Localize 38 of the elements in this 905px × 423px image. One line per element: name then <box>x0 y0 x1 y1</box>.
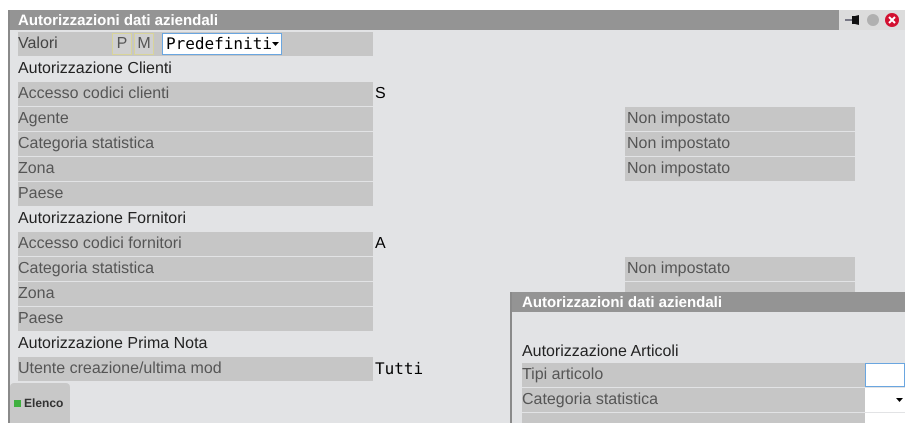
caret-icon <box>272 42 279 46</box>
field-label: Categoria statistica <box>18 259 154 279</box>
value-cell: Non impostato <box>625 257 855 281</box>
mode-button[interactable]: P <box>112 33 132 55</box>
dialog-title: Autorizzazioni dati aziendali <box>522 294 722 310</box>
value-cell: Non impostato <box>625 107 855 131</box>
value-cell: Non impostato <box>625 132 855 156</box>
mode-button[interactable]: M <box>134 33 154 55</box>
section-heading: Autorizzazione Clienti <box>18 59 172 79</box>
field-label: Agente <box>18 109 69 129</box>
field-label: Accesso codici clienti <box>18 84 170 104</box>
status-square-icon <box>14 400 21 406</box>
field-label: Categoria statistica <box>18 134 154 154</box>
section-heading: Autorizzazione Articoli <box>522 342 680 362</box>
close-icon[interactable] <box>885 13 899 27</box>
circle-icon[interactable] <box>867 14 879 26</box>
field-label: Zona <box>18 159 54 179</box>
window-title: Autorizzazioni dati aziendali <box>18 12 218 28</box>
field-value: S <box>375 84 386 104</box>
pin-icon[interactable] <box>845 15 861 25</box>
field-label: Valori <box>18 34 59 54</box>
field-label: Utente creazione/ultima mod <box>18 359 222 379</box>
values-dropdown[interactable]: Predefiniti <box>162 33 282 55</box>
field-label: Tipi articolo <box>522 365 604 385</box>
field-label: Zona <box>18 284 54 304</box>
field-label: Accesso codici fornitori <box>18 234 182 254</box>
list-button[interactable]: Elenco <box>10 383 70 423</box>
input-field[interactable] <box>865 363 905 387</box>
field-value: Tutti <box>375 358 424 380</box>
field-label: Paese <box>18 309 64 329</box>
field-label: Categoria statistica <box>522 390 658 410</box>
section-heading: Autorizzazione Fornitori <box>18 209 186 229</box>
field-label: Paese <box>18 184 64 204</box>
field-value: A <box>375 234 386 254</box>
section-heading: Autorizzazione Prima Nota <box>18 334 208 354</box>
value-cell: Non impostato <box>625 157 855 181</box>
caret-icon <box>896 398 903 402</box>
dropdown-field[interactable] <box>865 388 905 412</box>
